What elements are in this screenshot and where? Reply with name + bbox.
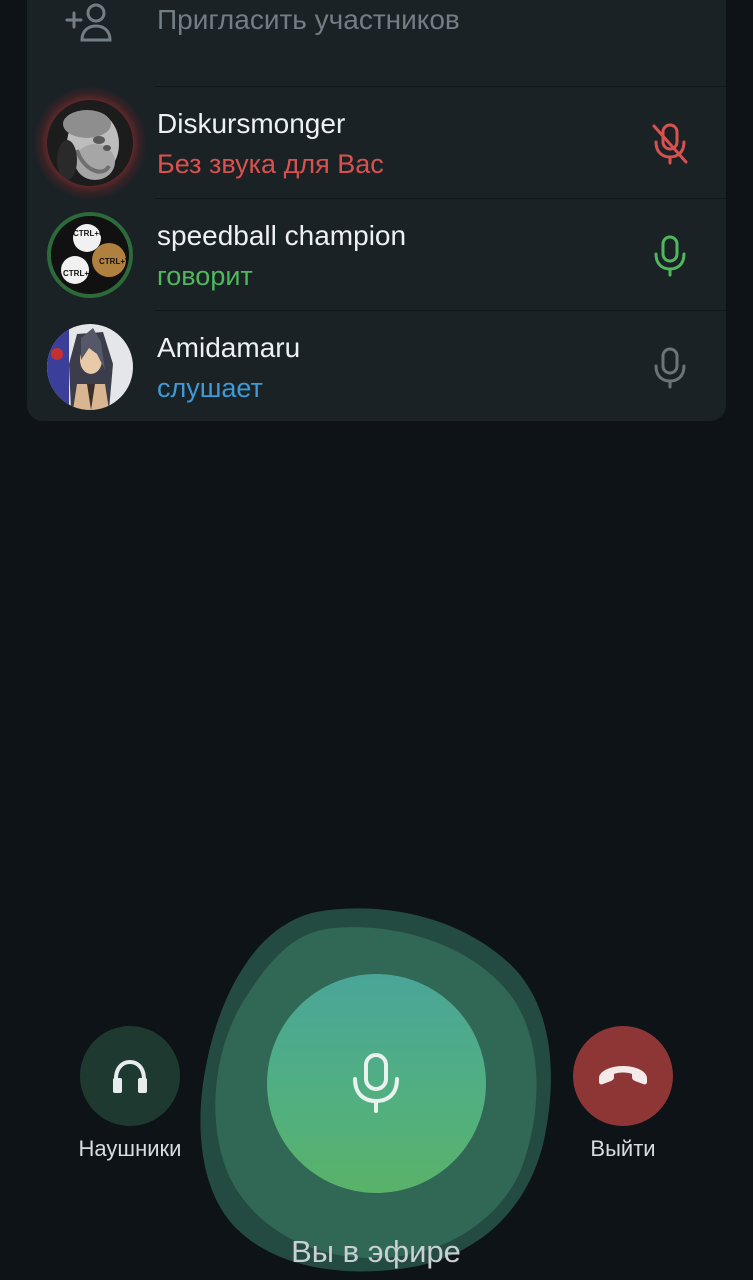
svg-text:CTRL+V: CTRL+V — [99, 257, 129, 266]
divider — [155, 86, 726, 87]
leave-button[interactable] — [573, 1026, 673, 1126]
microphone-button[interactable] — [267, 974, 486, 1193]
on-air-status: Вы в эфире — [291, 1234, 461, 1269]
member-name: speedball champion — [157, 220, 407, 251]
mic-off-icon[interactable] — [650, 122, 690, 166]
avatar — [47, 324, 133, 410]
member-status: Без звука для Вас — [157, 149, 384, 179]
member-name: Amidamaru — [157, 332, 301, 363]
divider — [155, 310, 726, 311]
headphones-button[interactable] — [80, 1026, 180, 1126]
member-row-diskursmonger[interactable]: Diskursmonger Без звука для Вас — [27, 87, 726, 199]
member-row-speedball-champion[interactable]: CTRL+C CTRL+Z CTRL+V speedball champion … — [27, 200, 726, 310]
avatar — [47, 100, 133, 186]
member-status: говорит — [157, 261, 253, 291]
mic-icon — [353, 1053, 399, 1113]
svg-text:CTRL+C: CTRL+C — [73, 229, 105, 238]
headphones-icon — [113, 1060, 147, 1093]
mic-icon[interactable] — [650, 234, 690, 278]
divider — [155, 198, 726, 199]
invite-participants-row[interactable]: Пригласить участников — [27, 0, 726, 66]
member-row-amidamaru[interactable]: Amidamaru слушает — [27, 312, 726, 422]
member-status: слушает — [157, 373, 263, 403]
headphones-label: Наушники — [78, 1136, 182, 1161]
participants-panel: Пригласить участников Diskursmonger Без … — [27, 0, 726, 421]
invite-participants-label: Пригласить участников — [157, 4, 460, 35]
leave-label: Выйти — [590, 1136, 656, 1161]
avatar: CTRL+C CTRL+Z CTRL+V — [47, 212, 133, 298]
svg-text:CTRL+Z: CTRL+Z — [63, 269, 94, 278]
hang-up-icon — [599, 1066, 647, 1085]
mic-icon[interactable] — [650, 346, 690, 390]
member-name: Diskursmonger — [157, 108, 346, 139]
add-user-icon — [65, 3, 112, 42]
